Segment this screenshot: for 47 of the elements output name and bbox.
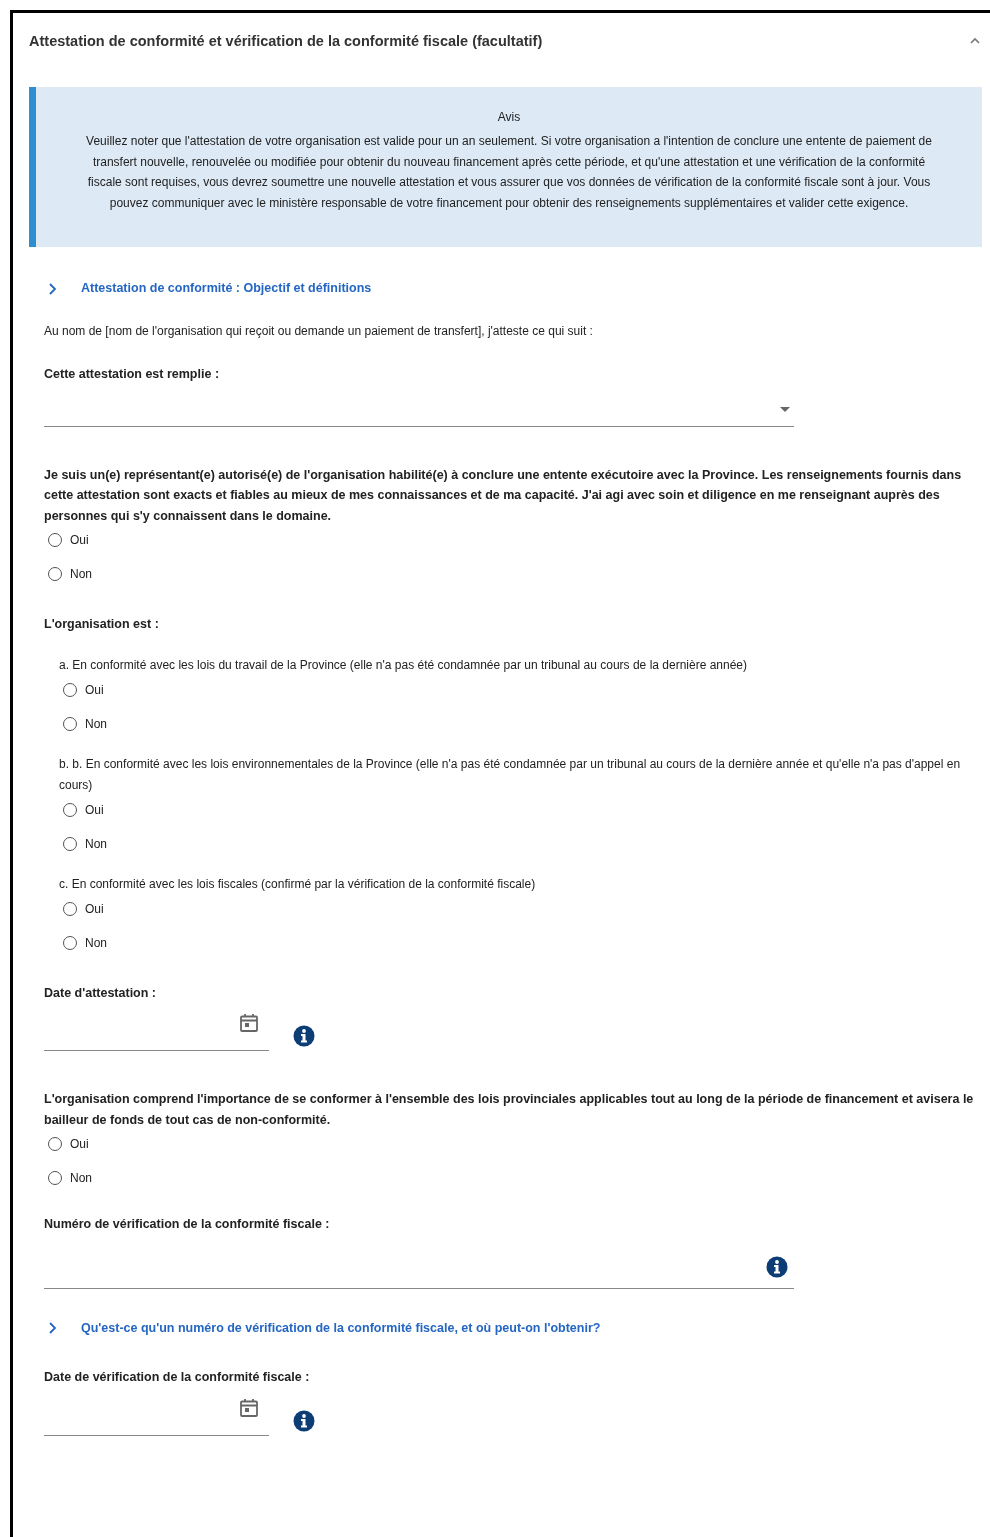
radio-button[interactable] bbox=[63, 836, 77, 851]
question-text: Je suis un(e) représentant(e) autorisé(e) de l'organisation habilité(e) à conclure une entente exécutoire avec la Province. Les renseignements fournis dans cette attestation sont exacts et fiables au mieux de mes connaissances et de ma capacité. J'ai agi avec soin et diligence en me renseignant auprès des personnes qui s'y connaissent dans le domaine. bbox=[44, 466, 963, 525]
panel-title: Attestation de conformité et vérification de la conformité fiscale (facultatif) bbox=[29, 32, 543, 51]
option-label: Oui bbox=[70, 532, 89, 549]
info-icon[interactable] bbox=[293, 1025, 315, 1047]
expander-link[interactable]: Attestation de conformité : Objectif et définitions bbox=[48, 279, 372, 298]
expander-link[interactable]: Qu'est-ce qu'un numéro de vérification de la conformité fiscale, et où peut-on l'obtenir? bbox=[48, 1318, 601, 1338]
question-text: b. b. En conformité avec les lois environnementales de la Province (elle n'a pas été condamnée par un tribunal au cours de la dernière année et qu'elle n'a pas d'appel en cours) bbox=[59, 755, 962, 794]
radio-button[interactable] bbox=[48, 1137, 62, 1151]
notice-title: Avis bbox=[496, 108, 522, 126]
info-icon[interactable] bbox=[766, 1256, 788, 1278]
radio-button[interactable] bbox=[48, 567, 62, 581]
field-label: Cette attestation est remplie : bbox=[44, 366, 221, 383]
option-label: Non bbox=[85, 934, 107, 952]
calendar-icon[interactable] bbox=[239, 1013, 259, 1033]
option-label: Non bbox=[85, 715, 107, 733]
section-label: L'organisation est : bbox=[44, 616, 160, 633]
option-label: Oui bbox=[85, 801, 104, 819]
field-label: Numéro de vérification de la conformité fiscale : bbox=[44, 1216, 331, 1233]
radio-button[interactable] bbox=[48, 1171, 62, 1185]
option-label: Non bbox=[70, 566, 92, 583]
radio-button[interactable] bbox=[63, 935, 77, 950]
radio-button[interactable] bbox=[63, 682, 77, 697]
radio-button[interactable] bbox=[63, 716, 77, 731]
calendar-icon[interactable] bbox=[239, 1397, 259, 1418]
radio-button[interactable] bbox=[63, 802, 77, 817]
notice-text: Veuillez noter que l'attestation de votre organisation est valide pour un an seulement. Si votre organisation a l'intention de conclure une entente de paiement de transfert nouvelle, renouvelée ou modifiée pour obtenir du nouveau financement après cette période, et qu'une attestation et une vérification de la conformité fiscale sont requises, vous devrez soumettre une nouvelle attestation et vous assurer que vos données de vérification de la conformité fiscale sont à jour. Vous pouvez communiquer avec le ministère responsable de votre financement pour obtenir des renseignements supplémentaires et valider cette exigence. bbox=[85, 133, 933, 212]
statement-text: Au nom de [nom de l'organisation qui reçoit ou demande un paiement de transfert], j'atteste ce qui suit : bbox=[44, 323, 594, 340]
radio-button[interactable] bbox=[48, 533, 62, 547]
chevron-right-icon bbox=[48, 1321, 57, 1334]
info-icon[interactable] bbox=[293, 1409, 315, 1432]
option-label: Non bbox=[70, 1170, 92, 1187]
question-text: a. En conformité avec les lois du travail de la Province (elle n'a pas été condamnée par un tribunal au cours de la dernière année) bbox=[59, 656, 749, 674]
option-label: Oui bbox=[70, 1136, 89, 1153]
field-label: Date de vérification de la conformité fiscale : bbox=[44, 1369, 311, 1387]
option-label: Oui bbox=[85, 681, 104, 699]
option-label: Oui bbox=[85, 900, 104, 918]
date-field[interactable] bbox=[44, 1397, 269, 1436]
field-label: Date d'attestation : bbox=[44, 984, 157, 1002]
option-label: Non bbox=[85, 835, 107, 853]
caret-icon bbox=[780, 407, 790, 413]
collapse-icon[interactable] bbox=[970, 37, 980, 45]
question-text: L'organisation comprend l'importance de se conformer à l'ensemble des lois provinciales applicables tout au long de la période de financement et avisera le bailleur de fonds de tout cas de non-conformité. bbox=[44, 1091, 975, 1129]
radio-button[interactable] bbox=[63, 901, 77, 916]
chevron-right-icon bbox=[48, 282, 57, 295]
question-text: c. En conformité avec les lois fiscales (confirmé par la vérification de la conformité fiscale) bbox=[59, 875, 537, 893]
date-field[interactable] bbox=[44, 1013, 269, 1051]
